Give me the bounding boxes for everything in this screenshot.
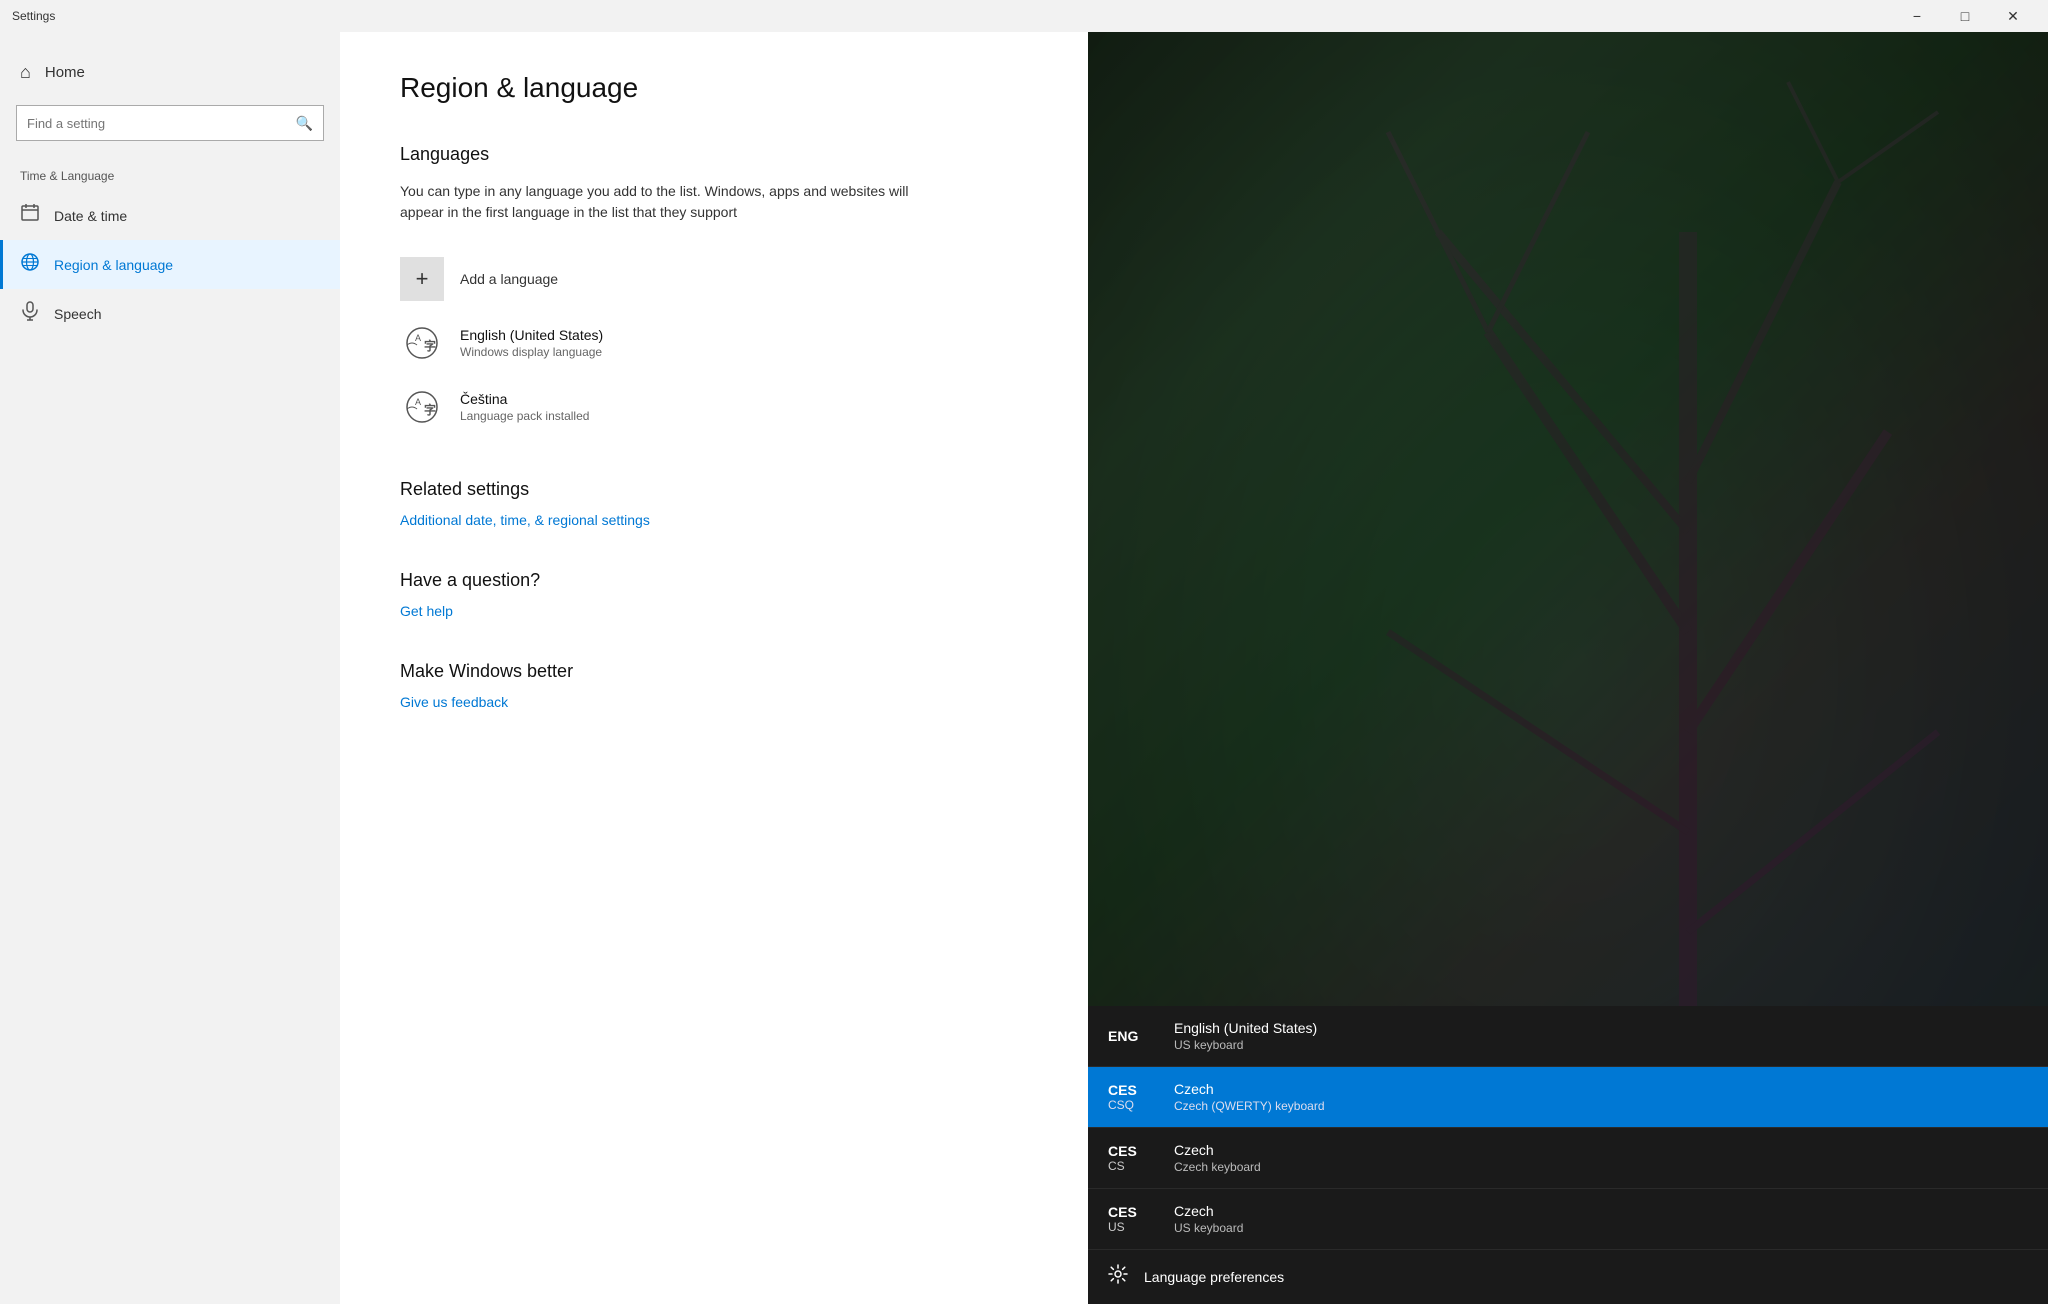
lang-code-ces-us: CES US: [1108, 1204, 1158, 1234]
sidebar-item-speech-label: Speech: [54, 306, 101, 322]
add-language-button[interactable]: + Add a language: [400, 247, 558, 311]
feedback-title: Make Windows better: [400, 661, 1028, 682]
lang-details-ces-csq: Czech Czech (QWERTY) keyboard: [1174, 1081, 1325, 1113]
sidebar-item-date-time[interactable]: Date & time: [0, 191, 340, 240]
lang-code-ces-csq: CES CSQ: [1108, 1082, 1158, 1112]
page-title: Region & language: [400, 72, 1028, 104]
lang-code-ces-csq-sub: CSQ: [1108, 1098, 1134, 1112]
related-settings-title: Related settings: [400, 479, 1028, 500]
svg-text:字: 字: [424, 402, 436, 417]
svg-text:A: A: [415, 333, 421, 343]
lang-details-ces-cs-main: Czech: [1174, 1142, 1261, 1158]
english-lang-name: English (United States): [460, 327, 603, 343]
languages-section-title: Languages: [400, 144, 1028, 165]
close-button[interactable]: ✕: [1990, 0, 2036, 32]
sidebar-item-region-language[interactable]: Region & language: [0, 240, 340, 289]
lang-switcher-item-eng[interactable]: ENG English (United States) US keyboard: [1088, 1006, 2048, 1067]
get-help-link[interactable]: Get help: [400, 603, 453, 619]
titlebar: Settings − □ ✕: [0, 0, 2048, 32]
lang-code-ces-cs: CES CS: [1108, 1143, 1158, 1173]
region-language-icon: [20, 252, 40, 277]
czech-lang-name: Čeština: [460, 391, 589, 407]
english-lang-desc: Windows display language: [460, 345, 603, 359]
lang-details-ces-us: Czech US keyboard: [1174, 1203, 1243, 1235]
lang-switcher-item-ces-csq[interactable]: CES CSQ Czech Czech (QWERTY) keyboard: [1088, 1067, 2048, 1128]
search-button[interactable]: 🔍: [296, 115, 313, 132]
lang-code-eng-main: ENG: [1108, 1028, 1138, 1044]
question-title: Have a question?: [400, 570, 1028, 591]
language-item-english[interactable]: A 字 English (United States) Windows disp…: [400, 311, 1028, 375]
home-icon: ⌂: [20, 62, 31, 83]
lang-code-ces-csq-main: CES: [1108, 1082, 1137, 1098]
date-time-icon: [20, 203, 40, 228]
restore-button[interactable]: □: [1942, 0, 1988, 32]
feedback-link[interactable]: Give us feedback: [400, 694, 508, 710]
lang-details-ces-csq-main: Czech: [1174, 1081, 1325, 1097]
speech-icon: [20, 301, 40, 326]
additional-date-time-link[interactable]: Additional date, time, & regional settin…: [400, 512, 650, 528]
english-lang-info: English (United States) Windows display …: [460, 327, 603, 359]
lang-details-ces-csq-sub: Czech (QWERTY) keyboard: [1174, 1099, 1325, 1113]
search-box[interactable]: 🔍: [16, 105, 324, 141]
lang-details-ces-cs-sub: Czech keyboard: [1174, 1160, 1261, 1174]
minimize-button[interactable]: −: [1894, 0, 1940, 32]
lang-details-ces-us-sub: US keyboard: [1174, 1221, 1243, 1235]
window-controls: − □ ✕: [1894, 0, 2036, 32]
wallpaper: ENG English (United States) US keyboard …: [1088, 32, 2048, 1304]
sidebar-item-home[interactable]: ⌂ Home: [0, 52, 340, 93]
lang-code-ces-us-main: CES: [1108, 1204, 1137, 1220]
lang-switcher-item-ces-us[interactable]: CES US Czech US keyboard: [1088, 1189, 2048, 1250]
lang-switcher-item-ces-cs[interactable]: CES CS Czech Czech keyboard: [1088, 1128, 2048, 1189]
gear-icon: [1108, 1264, 1128, 1290]
main-panel: Region & language Languages You can type…: [340, 32, 1088, 1304]
lang-code-eng: ENG: [1108, 1028, 1158, 1044]
sidebar-home-label: Home: [45, 64, 85, 81]
sidebar-item-speech[interactable]: Speech: [0, 289, 340, 338]
lang-details-eng-sub: US keyboard: [1174, 1038, 1317, 1052]
right-panel: ENG English (United States) US keyboard …: [1088, 32, 2048, 1304]
add-icon: +: [400, 257, 444, 301]
sidebar-item-date-time-label: Date & time: [54, 208, 127, 224]
lang-code-ces-us-sub: US: [1108, 1220, 1125, 1234]
language-preferences-label: Language preferences: [1144, 1269, 1284, 1285]
lang-code-ces-cs-main: CES: [1108, 1143, 1137, 1159]
app-title: Settings: [12, 9, 55, 23]
czech-lang-desc: Language pack installed: [460, 409, 589, 423]
czech-lang-icon: A 字: [400, 385, 444, 429]
lang-details-ces-cs: Czech Czech keyboard: [1174, 1142, 1261, 1174]
language-switcher: ENG English (United States) US keyboard …: [1088, 1006, 2048, 1304]
add-language-label: Add a language: [460, 271, 558, 287]
sidebar: ⌂ Home 🔍 Time & Language Date & time: [0, 32, 340, 1304]
lang-details-eng-main: English (United States): [1174, 1020, 1317, 1036]
svg-text:字: 字: [424, 338, 436, 353]
sidebar-item-region-label: Region & language: [54, 257, 173, 273]
czech-lang-info: Čeština Language pack installed: [460, 391, 589, 423]
svg-text:A: A: [415, 397, 421, 407]
lang-details-ces-us-main: Czech: [1174, 1203, 1243, 1219]
app-body: ⌂ Home 🔍 Time & Language Date & time: [0, 32, 2048, 1304]
lang-code-ces-cs-sub: CS: [1108, 1159, 1125, 1173]
lang-details-eng: English (United States) US keyboard: [1174, 1020, 1317, 1052]
languages-description: You can type in any language you add to …: [400, 181, 920, 223]
language-preferences-item[interactable]: Language preferences: [1088, 1250, 2048, 1304]
language-item-czech[interactable]: A 字 Čeština Language pack installed: [400, 375, 1028, 439]
search-input[interactable]: [27, 116, 296, 131]
sidebar-section-label: Time & Language: [0, 153, 340, 191]
english-lang-icon: A 字: [400, 321, 444, 365]
